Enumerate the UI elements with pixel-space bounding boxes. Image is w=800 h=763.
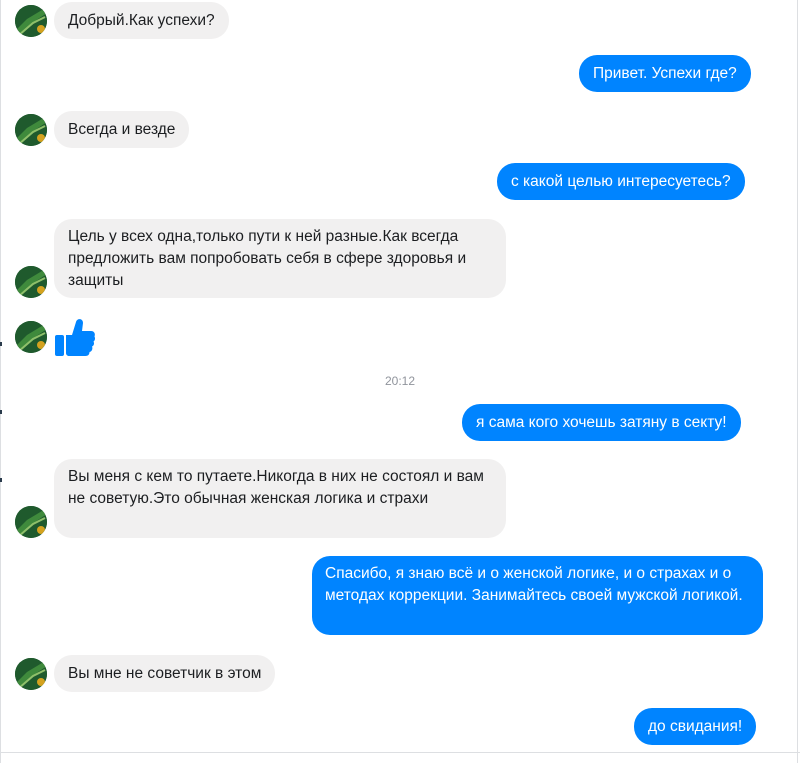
- incoming-message[interactable]: Добрый.Как успехи?: [54, 2, 229, 39]
- contact-avatar-icon[interactable]: [15, 266, 47, 298]
- incoming-message[interactable]: Вы мне не советчик в этом: [54, 655, 276, 692]
- edge-marker: [0, 410, 2, 414]
- incoming-message[interactable]: Цель у всех одна,только пути к ней разны…: [54, 219, 506, 298]
- outgoing-message[interactable]: до свидания!: [634, 708, 757, 745]
- edge-marker: [0, 478, 2, 482]
- outgoing-message[interactable]: Спасибо, я знаю всё и о женской логике, …: [312, 556, 763, 635]
- contact-avatar-icon[interactable]: [15, 114, 47, 146]
- edge-marker: [0, 342, 2, 346]
- outgoing-message[interactable]: я сама кого хочешь затяну в секту!: [462, 404, 741, 441]
- window-border-bottom: [0, 752, 800, 753]
- window-border-right: [797, 0, 798, 763]
- incoming-message[interactable]: Вы меня с кем то путаете.Никогда в них н…: [54, 459, 506, 538]
- window-border-left: [0, 0, 1, 763]
- contact-avatar-icon[interactable]: [15, 5, 47, 37]
- contact-avatar-icon[interactable]: [15, 658, 47, 690]
- contact-avatar-icon[interactable]: [15, 506, 47, 538]
- contact-avatar-icon[interactable]: [15, 321, 47, 353]
- outgoing-message[interactable]: Привет. Успехи где?: [579, 55, 751, 92]
- outgoing-message[interactable]: с какой целью интересуетесь?: [497, 163, 745, 200]
- incoming-message[interactable]: Всегда и везде: [54, 111, 190, 148]
- time-divider: 20:12: [384, 374, 416, 388]
- thumbs-up-icon[interactable]: [54, 316, 96, 358]
